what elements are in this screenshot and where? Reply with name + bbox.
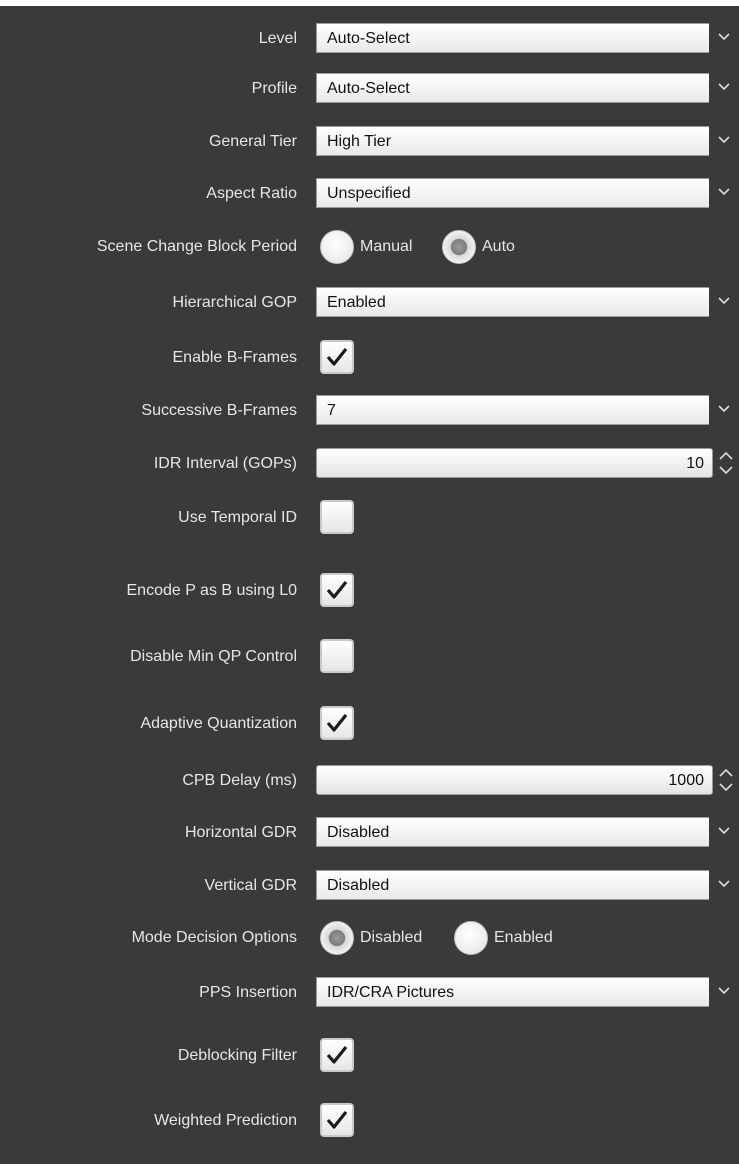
vertical-gdr-value: Disabled [327,877,390,894]
aspect-ratio-value: Unspecified [327,185,411,202]
encode-p-as-b-checkbox[interactable] [320,573,354,607]
radio-disabled[interactable] [320,921,354,955]
adaptive-quant-checkbox[interactable] [320,706,354,740]
weighted-pred-row: Weighted Prediction [0,1101,739,1141]
level-label: Level [258,30,297,47]
cpb-delay-label: CPB Delay (ms) [182,772,297,789]
horizontal-gdr-label: Horizontal GDR [184,824,297,841]
horizontal-gdr-row: Horizontal GDR Disabled [0,813,739,853]
adaptive-quant-row: Adaptive Quantization [0,704,739,744]
checkmark-icon [326,1046,348,1064]
hierarchical-gop-label: Hierarchical GOP [172,294,297,311]
mode-decision-label: Mode Decision Options [131,929,297,946]
general-tier-value: High Tier [327,133,392,150]
up-down-arrows-icon[interactable] [716,766,736,794]
cpb-delay-input[interactable]: 1000 [316,765,713,795]
cpb-delay-row: CPB Delay (ms) 1000 [0,761,739,801]
radio-manual-label: Manual [360,238,413,255]
enable-bframes-checkbox[interactable] [320,340,354,374]
profile-label: Profile [251,80,297,97]
profile-dropdown[interactable]: Auto-Select [316,73,739,103]
checkmark-icon [326,1111,348,1129]
chevron-down-icon[interactable] [709,73,739,103]
disable-min-qp-label: Disable Min QP Control [130,648,297,665]
pps-insertion-label: PPS Insertion [199,984,297,1001]
radio-auto[interactable] [442,230,476,264]
cpb-delay-spinbox[interactable]: 1000 [316,765,739,795]
deblocking-label: Deblocking Filter [177,1047,297,1064]
aspect-ratio-dropdown[interactable]: Unspecified [316,178,739,208]
horizontal-gdr-dropdown[interactable]: Disabled [316,817,739,847]
encode-p-as-b-label: Encode P as B using L0 [126,582,298,599]
aspect-ratio-label: Aspect Ratio [206,185,297,202]
deblocking-row: Deblocking Filter [0,1036,739,1076]
general-tier-dropdown[interactable]: High Tier [316,126,739,156]
deblocking-checkbox[interactable] [320,1038,354,1072]
successive-bframes-label: Successive B-Frames [141,402,297,419]
chevron-down-icon[interactable] [709,126,739,156]
enable-bframes-row: Enable B-Frames [0,338,739,378]
vertical-gdr-dropdown[interactable]: Disabled [316,870,739,900]
chevron-down-icon[interactable] [709,817,739,847]
idr-interval-label: IDR Interval (GOPs) [153,455,297,472]
level-value: Auto-Select [327,30,410,47]
disable-min-qp-row: Disable Min QP Control [0,637,739,677]
chevron-down-icon[interactable] [709,287,739,317]
radio-enabled[interactable] [454,921,488,955]
profile-value: Auto-Select [327,80,410,97]
successive-bframes-value: 7 [327,402,336,419]
hierarchical-gop-row: Hierarchical GOP Enabled [0,283,739,323]
chevron-down-icon[interactable] [709,395,739,425]
pps-insertion-dropdown[interactable]: IDR/CRA Pictures [316,977,739,1007]
chevron-down-icon[interactable] [709,178,739,208]
enable-bframes-label: Enable B-Frames [172,349,298,366]
aspect-ratio-row: Aspect Ratio Unspecified [0,174,739,214]
pps-insertion-value: IDR/CRA Pictures [327,984,455,1001]
weighted-pred-label: Weighted Prediction [154,1112,297,1129]
chevron-down-icon[interactable] [709,23,739,53]
successive-bframes-dropdown[interactable]: 7 [316,395,739,425]
idr-interval-input[interactable]: 10 [316,448,713,478]
adaptive-quant-label: Adaptive Quantization [140,715,297,732]
chevron-down-icon[interactable] [709,870,739,900]
level-row: Level Auto-Select [0,19,739,59]
idr-interval-row: IDR Interval (GOPs) 10 [0,444,739,484]
general-tier-label: General Tier [208,133,297,150]
general-tier-row: General Tier High Tier [0,122,739,162]
checkmark-icon [326,348,348,366]
idr-interval-spinbox[interactable]: 10 [316,448,739,478]
vertical-gdr-row: Vertical GDR Disabled [0,866,739,906]
successive-bframes-row: Successive B-Frames 7 [0,391,739,431]
chevron-down-icon[interactable] [709,977,739,1007]
radio-auto-label: Auto [482,238,515,255]
profile-row: Profile Auto-Select [0,69,739,109]
temporal-id-label: Use Temporal ID [178,509,297,526]
idr-interval-value: 10 [686,455,704,472]
radio-enabled-label: Enabled [494,929,553,946]
up-down-arrows-icon[interactable] [716,449,736,477]
radio-manual[interactable] [320,230,354,264]
hierarchical-gop-value: Enabled [327,294,386,311]
checkmark-icon [326,714,348,732]
cpb-delay-value: 1000 [668,772,704,789]
encoder-settings-panel: Level Auto-Select Profile Auto-Select Ge… [0,6,739,1164]
radio-disabled-label: Disabled [360,929,423,946]
temporal-id-checkbox[interactable] [320,500,354,534]
scene-change-label: Scene Change Block Period [96,238,297,255]
encode-p-as-b-row: Encode P as B using L0 [0,571,739,611]
horizontal-gdr-value: Disabled [327,824,390,841]
disable-min-qp-checkbox[interactable] [320,639,354,673]
temporal-id-row: Use Temporal ID [0,498,739,538]
level-dropdown[interactable]: Auto-Select [316,23,739,53]
hierarchical-gop-dropdown[interactable]: Enabled [316,287,739,317]
mode-decision-row: Mode Decision Options Disabled Enabled [0,918,739,958]
scene-change-row: Scene Change Block Period Manual Auto [0,227,739,267]
weighted-pred-checkbox[interactable] [320,1103,354,1137]
pps-insertion-row: PPS Insertion IDR/CRA Pictures [0,973,739,1013]
checkmark-icon [326,581,348,599]
vertical-gdr-label: Vertical GDR [204,877,297,894]
